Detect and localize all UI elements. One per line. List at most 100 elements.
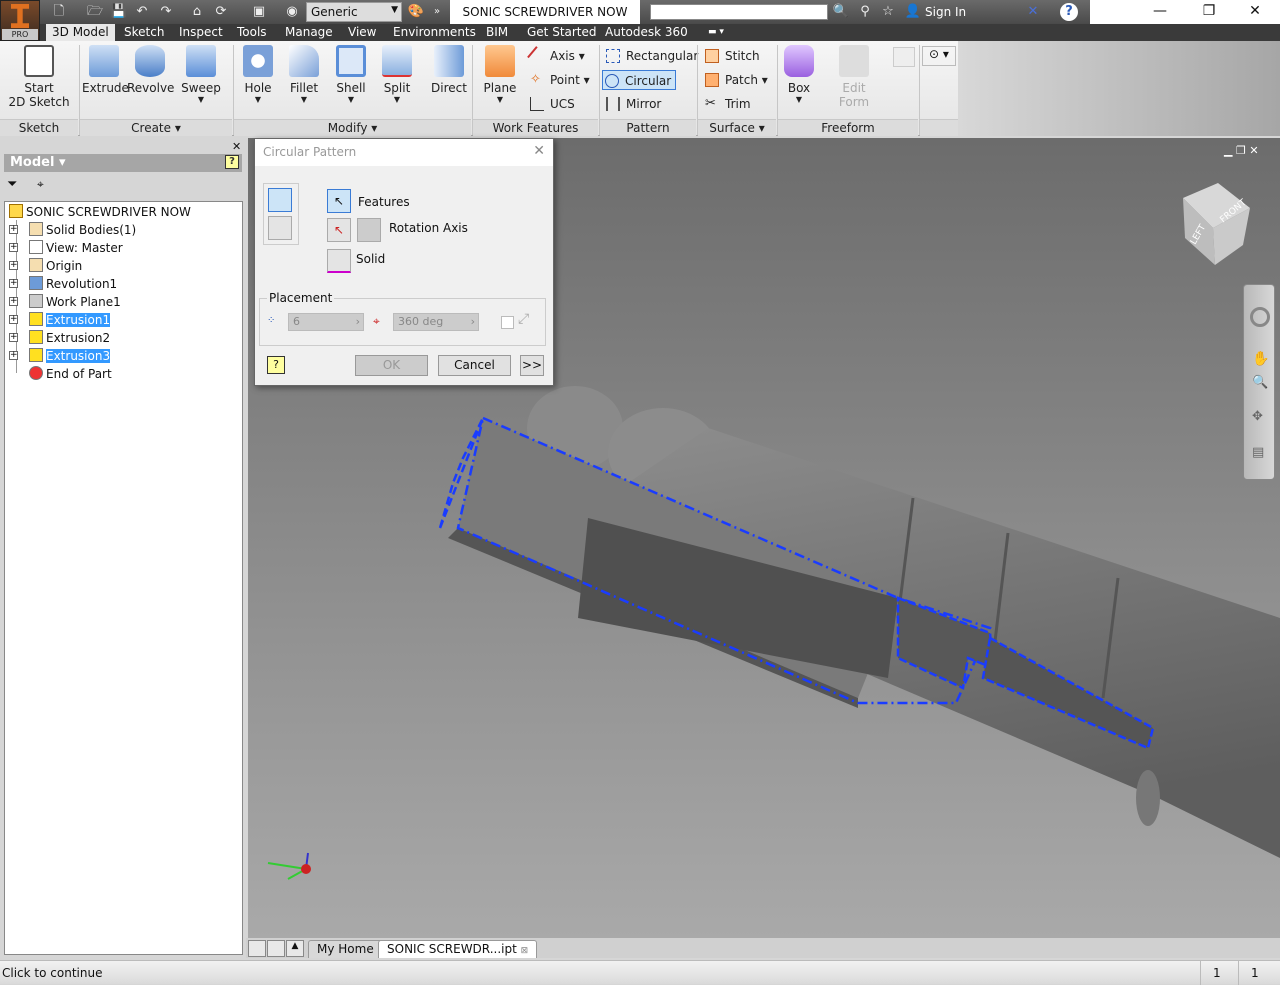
expand-toggle[interactable]: + — [9, 333, 18, 342]
more-options-button[interactable]: >> — [520, 355, 544, 376]
key-icon[interactable]: 🔍 — [832, 3, 850, 21]
pattern-solid-button[interactable] — [268, 216, 292, 240]
solid-select-button[interactable] — [327, 249, 351, 273]
tree-node[interactable]: Origin — [29, 257, 82, 275]
occurrence-count-input[interactable]: 6 › — [288, 313, 364, 331]
cascade-windows-icon[interactable] — [248, 940, 266, 957]
star-icon[interactable]: ☆ — [879, 3, 897, 21]
home-icon[interactable]: ⌂ — [188, 3, 206, 21]
tab-tools[interactable]: Tools — [231, 24, 273, 41]
tab-bim[interactable]: BIM — [480, 24, 514, 41]
surface-panel-label[interactable]: Surface ▾ — [698, 119, 776, 136]
tree-node[interactable]: End of Part — [29, 365, 112, 383]
revolve-button[interactable]: Revolve — [127, 45, 174, 95]
pattern-features-button[interactable] — [268, 188, 292, 212]
occurrence-angle-input[interactable]: 360 deg › — [393, 313, 479, 331]
browser-header[interactable]: Model ▾? — [4, 154, 242, 172]
plane-button[interactable]: Plane ▼ — [480, 45, 520, 104]
help-icon[interactable]: ? — [1060, 3, 1078, 21]
split-button[interactable]: Split ▼ — [377, 45, 417, 104]
undo-icon[interactable]: ↶ — [133, 3, 151, 21]
tree-node[interactable]: Extrusion3 — [29, 347, 111, 365]
subscription-icon[interactable]: ⚲ — [856, 3, 874, 21]
exchange-icon[interactable]: ✕ — [1024, 3, 1042, 21]
expand-toggle[interactable]: + — [9, 351, 18, 360]
close-button[interactable]: ✕ — [1240, 3, 1270, 19]
view-face-icon[interactable]: ▤ — [1252, 445, 1264, 460]
panel-toggle-icon[interactable]: ▬ ▾ — [702, 24, 730, 41]
tree-node[interactable]: Extrusion1 — [29, 311, 111, 329]
tree-node[interactable]: Revolution1 — [29, 275, 117, 293]
pattern-panel-label[interactable]: Pattern — [600, 119, 696, 136]
help-search-input[interactable] — [650, 4, 828, 20]
orbit-icon[interactable]: ✥ — [1252, 409, 1263, 424]
application-menu-button[interactable]: PRO — [0, 0, 40, 41]
navigation-bar[interactable]: ✋ 🔍 ✥ ▤ — [1243, 284, 1275, 480]
tree-node[interactable]: View: Master — [29, 239, 123, 257]
appearance-dropdown[interactable]: Generic ▼ — [306, 2, 402, 22]
sweep-button[interactable]: Sweep ▼ — [178, 45, 224, 104]
box-button[interactable]: Box ▼ — [780, 45, 818, 104]
stitch-button[interactable]: Stitch — [703, 46, 760, 66]
steering-wheel-icon[interactable] — [1250, 307, 1270, 327]
ucs-button[interactable]: UCS — [528, 94, 575, 114]
flip-axis-button[interactable] — [357, 218, 381, 242]
hole-button[interactable]: Hole ▼ — [238, 45, 278, 104]
work-features-panel-label[interactable]: Work Features — [473, 119, 598, 136]
tab-document[interactable]: SONIC SCREWDR...ipt ⊠ — [378, 940, 538, 958]
tab-environments[interactable]: Environments — [387, 24, 482, 41]
tree-node[interactable]: Extrusion2 — [29, 329, 110, 347]
open-documents-icon[interactable]: ▲ — [286, 940, 304, 957]
cancel-button[interactable]: Cancel — [438, 355, 511, 376]
expand-toggle[interactable]: + — [9, 243, 18, 252]
new-icon[interactable]: 🗋 — [50, 3, 68, 21]
expand-toggle[interactable]: + — [9, 261, 18, 270]
tab-autodesk-360[interactable]: Autodesk 360 — [599, 24, 694, 41]
close-browser-icon[interactable]: ✕ — [232, 140, 241, 153]
minimize-button[interactable]: — — [1145, 3, 1175, 19]
select-icon[interactable]: ▣ — [250, 3, 268, 21]
features-select-button[interactable]: ↖ — [327, 189, 351, 213]
edit-form-button[interactable]: Edit Form — [834, 45, 874, 109]
point-button[interactable]: ✧ Point ▾ — [528, 70, 590, 90]
sketch-panel-label[interactable]: Sketch — [0, 119, 78, 136]
tab-inspect[interactable]: Inspect — [173, 24, 229, 41]
material-icon[interactable]: ◉ — [283, 3, 301, 21]
tree-node[interactable]: Work Plane1 — [29, 293, 121, 311]
midplane-checkbox[interactable] — [501, 316, 514, 329]
color-wheel-icon[interactable]: 🎨 — [407, 3, 425, 21]
convert-icon[interactable] — [893, 47, 915, 67]
close-tab-icon[interactable]: ⊠ — [521, 946, 529, 956]
tab-manage[interactable]: Manage — [279, 24, 339, 41]
more-icon[interactable]: » — [428, 3, 446, 21]
redo-icon[interactable]: ↷ — [157, 3, 175, 21]
viewport-window-controls[interactable]: ▁ ❐ ✕ — [1224, 144, 1259, 157]
sign-in-button[interactable]: Sign In — [925, 5, 966, 19]
tab-get-started[interactable]: Get Started — [521, 24, 603, 41]
tab-sketch[interactable]: Sketch — [118, 24, 170, 41]
rotation-axis-select-button[interactable]: ↖ — [327, 218, 351, 242]
ok-button[interactable]: OK — [355, 355, 428, 376]
expand-toggle[interactable]: + — [9, 297, 18, 306]
freeform-panel-label[interactable]: Freeform — [778, 119, 918, 136]
open-icon[interactable]: 🗁 — [86, 3, 104, 21]
circular-pattern-button[interactable]: Circular — [602, 70, 677, 90]
modify-panel-label[interactable]: Modify ▾ — [234, 119, 471, 136]
expand-toggle[interactable]: + — [9, 225, 18, 234]
expand-toggle[interactable]: + — [9, 315, 18, 324]
direct-button[interactable]: Direct — [429, 45, 469, 95]
expand-toggle[interactable]: + — [9, 279, 18, 288]
viewcube[interactable]: FRONT LEFT — [1183, 183, 1250, 265]
update-icon[interactable]: ⟳ — [212, 3, 230, 21]
tree-node[interactable]: Solid Bodies(1) — [29, 221, 136, 239]
help-button[interactable]: ? — [267, 356, 285, 374]
rectangular-pattern-button[interactable]: Rectangular — [604, 46, 698, 66]
fillet-button[interactable]: Fillet ▼ — [284, 45, 324, 104]
pan-icon[interactable]: ✋ — [1252, 351, 1269, 367]
save-icon[interactable]: 💾 — [110, 3, 128, 21]
binoculars-icon[interactable]: ⌖ — [37, 177, 44, 192]
tile-windows-icon[interactable] — [267, 940, 285, 957]
panel-options-icon[interactable]: ⊙ ▾ — [922, 46, 956, 66]
shell-button[interactable]: Shell ▼ — [331, 45, 371, 104]
mirror-button[interactable]: Mirror — [604, 94, 661, 114]
